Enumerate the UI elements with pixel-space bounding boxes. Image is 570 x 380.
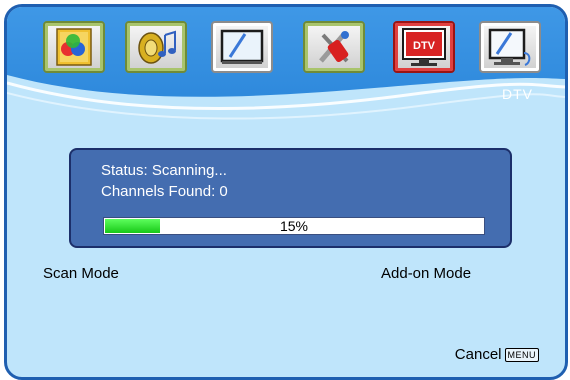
picture-menu-button[interactable] xyxy=(43,21,105,73)
scan-mode-option[interactable]: Scan Mode xyxy=(43,265,119,282)
osd-window: DTV DTV Status: Scanning... Channels Fou… xyxy=(4,4,568,380)
screen-menu-button[interactable] xyxy=(211,21,273,73)
menu-title: DTV xyxy=(502,86,533,102)
channels-found-text: Channels Found: 0 xyxy=(101,183,228,200)
menu-key-icon: MENU xyxy=(504,347,539,362)
addon-mode-option[interactable]: Add-on Mode xyxy=(381,265,471,282)
scan-status-panel: Status: Scanning... Channels Found: 0 15… xyxy=(69,148,512,248)
cancel-label: Cancel xyxy=(454,346,502,363)
scan-progress-percent: 15% xyxy=(279,218,309,234)
setup-tools-icon xyxy=(319,31,349,63)
dtv-icon: DTV xyxy=(402,28,446,66)
pc-input-icon xyxy=(488,28,531,66)
cancel-button[interactable]: Cancel MENU xyxy=(455,346,539,363)
setup-menu-button[interactable] xyxy=(303,21,365,73)
sound-menu-button[interactable] xyxy=(125,21,187,73)
sound-icon xyxy=(138,30,176,64)
dtv-menu-button[interactable]: DTV xyxy=(393,21,455,73)
pc-menu-button[interactable] xyxy=(479,21,541,73)
scan-progress-bar: 15% xyxy=(103,217,485,235)
header-wave xyxy=(7,75,565,147)
dtv-icon-label: DTV xyxy=(413,40,436,52)
scan-status-text: Status: Scanning... xyxy=(101,162,227,179)
screen-icon xyxy=(220,29,264,64)
picture-icon xyxy=(56,28,92,66)
